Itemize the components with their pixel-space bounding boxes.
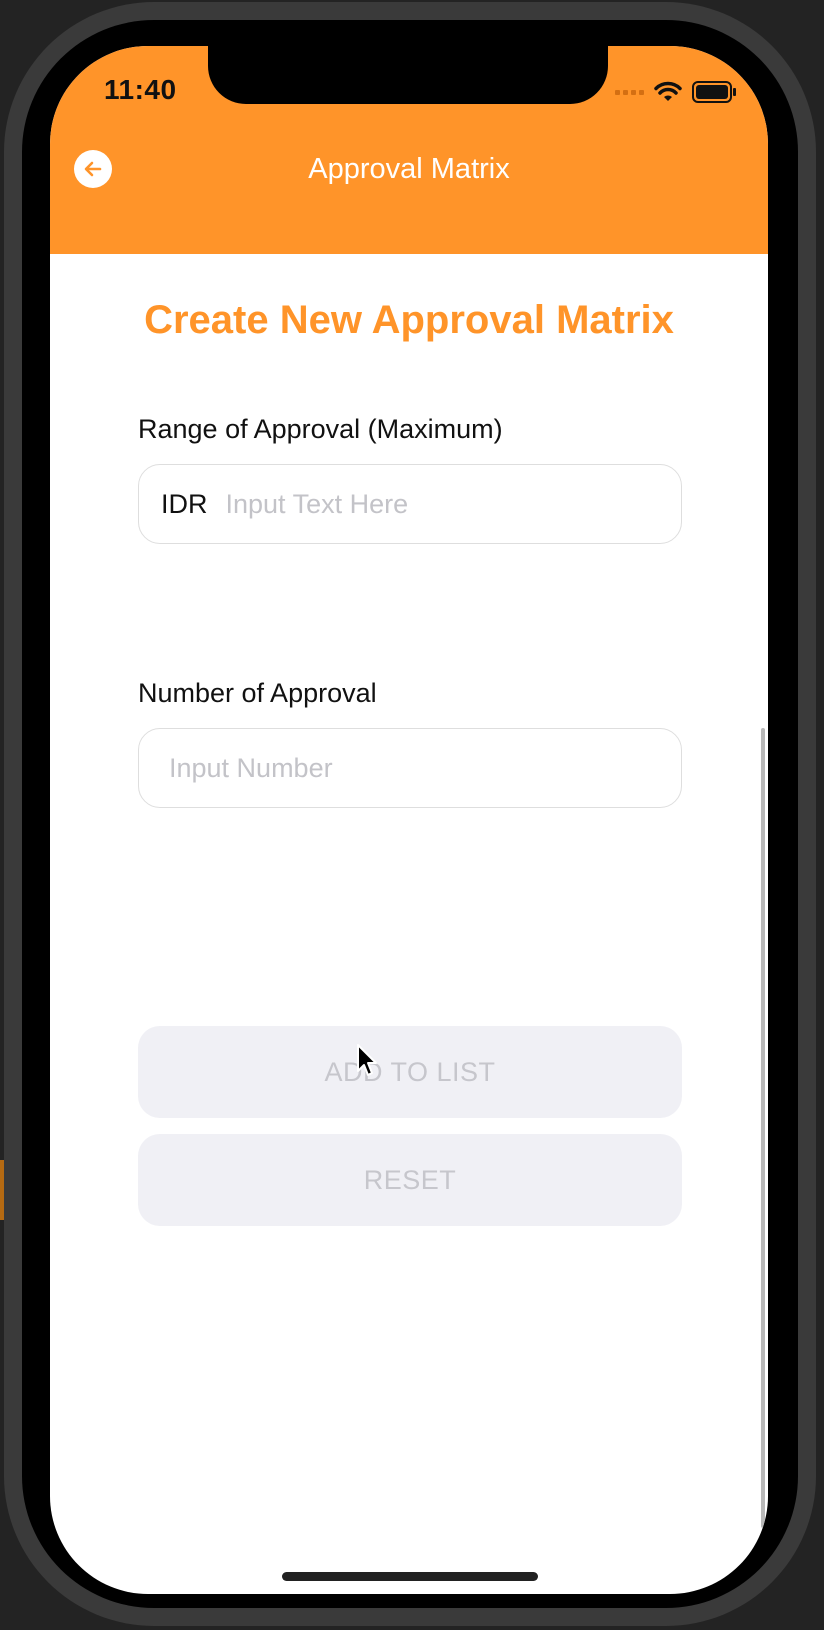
- number-of-approval-field[interactable]: Input Number: [138, 728, 682, 808]
- cellular-signal-icon: [615, 89, 644, 95]
- status-time: 11:40: [104, 74, 177, 105]
- number-of-approval-label: Number of Approval: [138, 678, 377, 708]
- page-title: Create New Approval Matrix: [144, 298, 674, 342]
- number-input-placeholder: Input Number: [169, 752, 333, 783]
- battery-icon: [692, 81, 736, 103]
- range-of-approval-field[interactable]: IDR Input Text Here: [138, 464, 682, 544]
- add-to-list-button[interactable]: ADD TO LIST: [138, 1026, 682, 1118]
- status-icons: [615, 80, 738, 104]
- wifi-icon: [654, 81, 682, 101]
- nav-title: Approval Matrix: [308, 153, 510, 185]
- mouse-cursor-icon: [357, 1044, 377, 1076]
- range-of-approval-label: Range of Approval (Maximum): [138, 414, 503, 444]
- device-notch: [208, 46, 608, 104]
- currency-prefix: IDR: [161, 488, 208, 519]
- app-header: 11:40 Approval Matrix: [50, 46, 768, 254]
- vertical-scrollbar[interactable]: [761, 728, 765, 1528]
- home-indicator[interactable]: [282, 1572, 538, 1581]
- range-input-placeholder: Input Text Here: [225, 488, 409, 519]
- app-screen: 11:40 Approval Matrix Create New Approva…: [50, 46, 768, 1594]
- reset-button[interactable]: RESET: [138, 1134, 682, 1226]
